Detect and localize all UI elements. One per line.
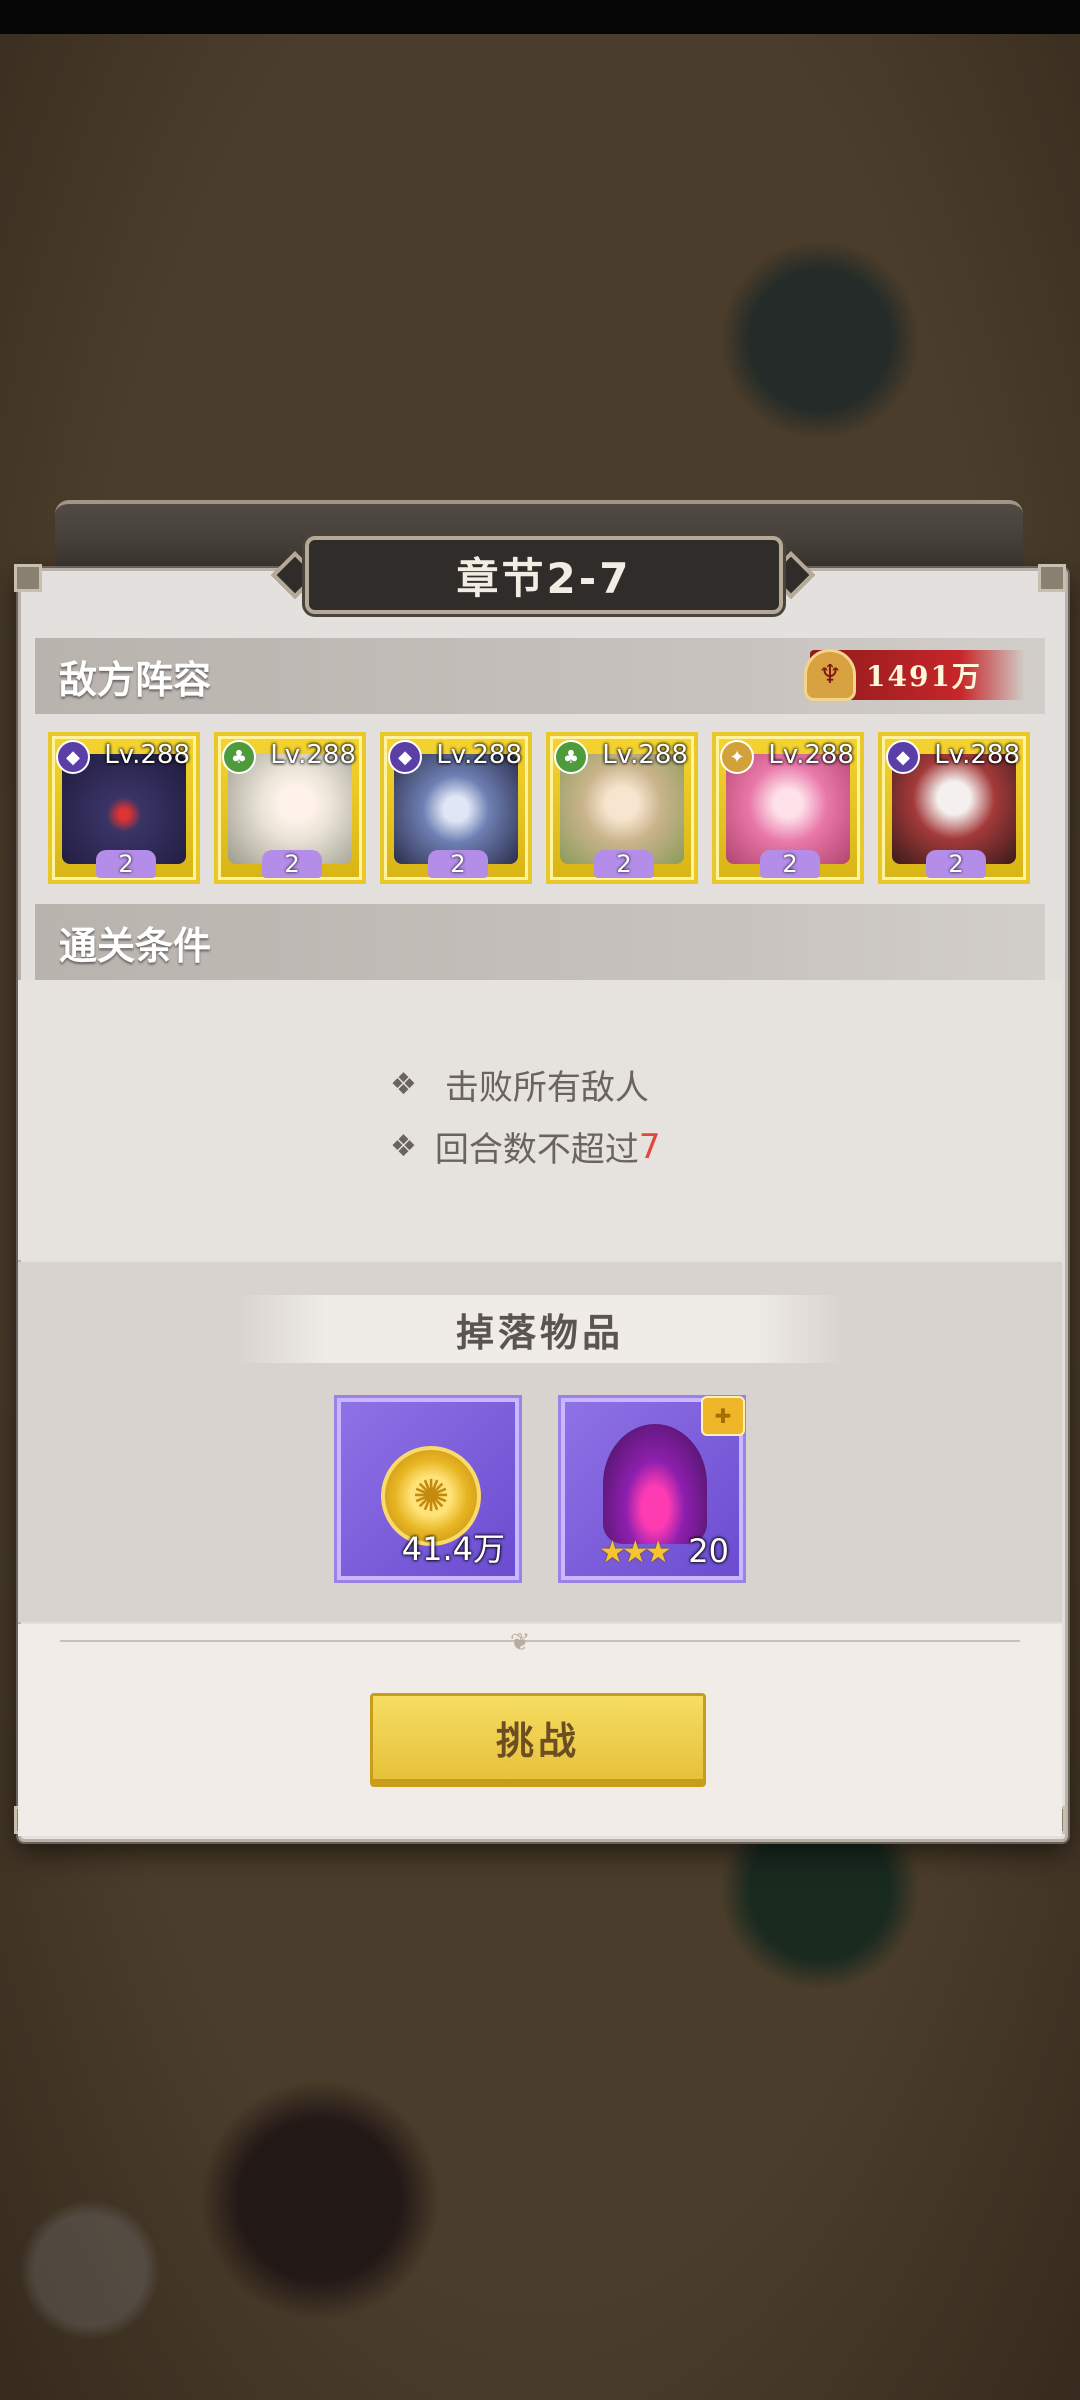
drop-quantity: 20: [688, 1532, 729, 1570]
enemy-card[interactable]: ♣ Lv.288 2: [214, 732, 366, 884]
enemy-card[interactable]: ◆ Lv.288 2: [48, 732, 200, 884]
condition-item: ❖ 回合数不超过 7: [390, 1122, 661, 1171]
enemy-level: Lv.288: [104, 740, 190, 770]
divider-ornament-icon: ❦: [510, 1628, 531, 1656]
corner-ornament: [14, 564, 42, 592]
clear-conditions-label: 通关条件: [59, 923, 212, 968]
stage-title: 章节2-7: [305, 536, 783, 614]
enemy-level: Lv.288: [602, 740, 688, 770]
clear-conditions: [18, 980, 1062, 1260]
enemy-star-count: 2: [594, 850, 654, 878]
diamond-bullet-icon: ❖: [390, 1067, 417, 1102]
drop-quantity: 41.4万: [401, 1530, 505, 1568]
diamond-bullet-icon: ❖: [390, 1129, 417, 1164]
enemy-star-count: 2: [428, 850, 488, 878]
enemy-star-count: 2: [926, 850, 986, 878]
enemy-level: Lv.288: [768, 740, 854, 770]
enemy-star-count: 2: [96, 850, 156, 878]
enemy-card[interactable]: ✦ Lv.288 2: [712, 732, 864, 884]
drops-header: 掉落物品: [235, 1295, 845, 1363]
enemy-level: Lv.288: [436, 740, 522, 770]
fragment-puzzle-icon: ✚: [701, 1396, 745, 1436]
stage-title-text: 章节2-7: [456, 553, 632, 603]
clear-conditions-header: 通关条件: [35, 904, 1045, 980]
dark-element-icon: ◆: [388, 740, 422, 774]
dark-element-icon: ◆: [886, 740, 920, 774]
nature-element-icon: ♣: [554, 740, 588, 774]
nature-element-icon: ♣: [222, 740, 256, 774]
enemy-card[interactable]: ♣ Lv.288 2: [546, 732, 698, 884]
enemy-card[interactable]: ◆ Lv.288 2: [380, 732, 532, 884]
enemy-power-badge: ♆ 1491万: [804, 649, 1025, 701]
dark-element-icon: ◆: [56, 740, 90, 774]
condition-item: ❖ 击败所有敌人: [390, 1060, 649, 1109]
drops-label: 掉落物品: [455, 1310, 624, 1355]
enemy-star-count: 2: [760, 850, 820, 878]
enemy-star-count: 2: [262, 850, 322, 878]
enemy-level: Lv.288: [270, 740, 356, 770]
drop-item-helmet[interactable]: ✚ ★★★ 20: [561, 1396, 745, 1580]
challenge-button[interactable]: 挑战: [370, 1693, 706, 1787]
enemy-lineup-label: 敌方阵容: [59, 657, 212, 702]
power-icon: ♆: [804, 649, 856, 701]
light-element-icon: ✦: [720, 740, 754, 774]
condition-text: 回合数不超过: [434, 1130, 639, 1170]
status-bar: [0, 0, 1080, 34]
enemy-card[interactable]: ◆ Lv.288 2: [878, 732, 1030, 884]
drop-star-rating: ★★★: [599, 1535, 672, 1570]
divider-line: [60, 1640, 1020, 1642]
challenge-button-label: 挑战: [495, 1719, 580, 1763]
condition-text: 击败所有敌人: [444, 1068, 649, 1108]
enemy-lineup: ◆ Lv.288 2 ♣ Lv.288 2 ◆ Lv.288 2 ♣ Lv.28…: [48, 732, 1038, 886]
helmet-icon: [603, 1424, 707, 1544]
corner-ornament: [1038, 564, 1066, 592]
condition-highlight-value: 7: [638, 1126, 661, 1167]
enemy-power-value: 1491万: [866, 660, 982, 693]
drop-item-gold[interactable]: ✺ 41.4万: [337, 1398, 519, 1580]
enemy-level: Lv.288: [934, 740, 1020, 770]
